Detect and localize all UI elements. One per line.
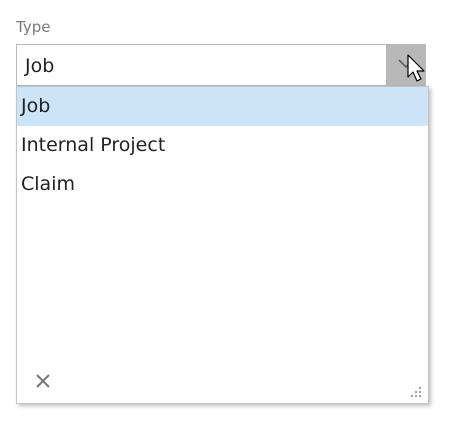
type-dropdown-list[interactable]: Job Internal Project Claim <box>16 86 429 404</box>
option-job[interactable]: Job <box>17 87 428 126</box>
option-claim[interactable]: Claim <box>17 165 428 204</box>
clear-button[interactable] <box>34 372 52 390</box>
combobox-selected-value[interactable]: Job <box>25 45 54 87</box>
option-internal-project[interactable]: Internal Project <box>17 126 428 165</box>
resize-grip-icon[interactable] <box>408 383 422 397</box>
type-combobox[interactable]: Job <box>16 44 426 86</box>
chevron-down-icon <box>398 59 414 69</box>
dropdown-toggle-button[interactable] <box>386 44 426 86</box>
close-icon <box>36 374 50 388</box>
field-label-type: Type <box>16 18 51 36</box>
